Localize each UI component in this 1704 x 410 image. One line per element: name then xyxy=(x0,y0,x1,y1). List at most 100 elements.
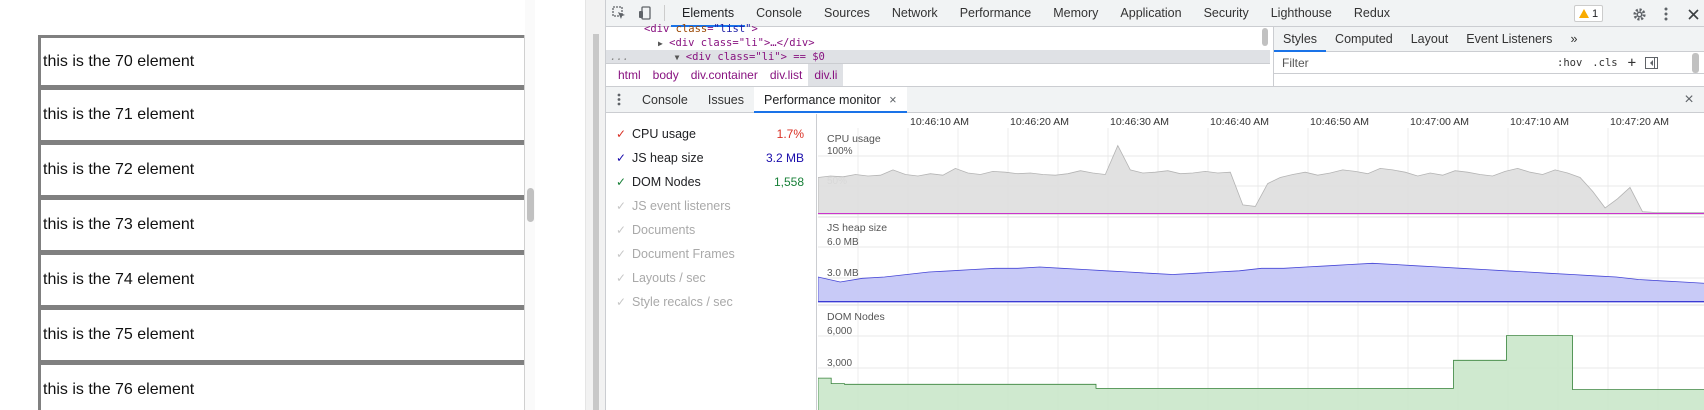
warnings-badge[interactable]: 1 xyxy=(1574,5,1604,22)
breadcrumb-body[interactable]: body xyxy=(647,64,685,86)
dom-node-list[interactable]: <div class="list"> xyxy=(606,22,1270,36)
attr-value: "list" xyxy=(713,23,752,35)
metric-documents[interactable]: ✓ Documents xyxy=(606,218,816,242)
cls-toggle[interactable]: .cls xyxy=(1592,57,1617,69)
metric-label: JS event listeners xyxy=(632,199,731,213)
drawer-tab-label: Performance monitor xyxy=(764,92,881,107)
list-item: this is the 71 element xyxy=(41,90,524,145)
elements-scrollbar-thumb[interactable] xyxy=(1262,28,1268,46)
value-tick-label: 6.0 MB xyxy=(827,237,859,248)
tab-layout[interactable]: Layout xyxy=(1402,27,1458,52)
collapse-arrow-icon[interactable]: ▼ xyxy=(675,53,680,62)
time-tick-label: 10:47:10 AM xyxy=(1510,116,1569,128)
time-tick-label: 10:46:30 AM xyxy=(1110,116,1169,128)
breadcrumb-html[interactable]: html xyxy=(612,64,647,86)
time-tick-label: 10:46:50 AM xyxy=(1310,116,1369,128)
gear-icon[interactable] xyxy=(1626,1,1652,27)
close-tab-icon[interactable]: × xyxy=(889,93,896,107)
metric-style-recalcs-sec[interactable]: ✓ Style recalcs / sec xyxy=(606,290,816,314)
drawer-menu-icon[interactable] xyxy=(606,87,632,113)
tag-open: <div xyxy=(644,23,676,35)
elements-panel: <div class="list"> ▶ <div class="li">…</… xyxy=(606,23,1270,86)
dom-node-li-collapsed[interactable]: ▶ <div class="li">…</div> xyxy=(606,36,1270,50)
tab-styles[interactable]: Styles xyxy=(1274,27,1327,52)
value-tick-label: 3.0 MB xyxy=(827,268,859,279)
drawer-tab-issues[interactable]: Issues xyxy=(698,87,754,113)
metric-checkbox-icon[interactable]: ✓ xyxy=(616,127,632,141)
time-tick-label: 10:46:40 AM xyxy=(1210,116,1269,128)
breadcrumb-list[interactable]: div.list xyxy=(764,64,808,86)
metric-label: CPU usage xyxy=(632,127,696,141)
metric-label: Document Frames xyxy=(632,247,735,261)
tab-event-listeners[interactable]: Event Listeners xyxy=(1457,27,1561,52)
metric-label: Documents xyxy=(632,223,696,237)
toggle-sidebar-icon[interactable] xyxy=(1645,56,1659,69)
more-options-icon[interactable] xyxy=(1653,1,1679,27)
tab-computed[interactable]: Computed xyxy=(1326,27,1402,52)
breadcrumb-container[interactable]: div.container xyxy=(685,64,764,86)
list-item: this is the 70 element xyxy=(41,35,524,90)
list-scrollbar-thumb[interactable] xyxy=(527,188,534,222)
metric-checkbox-icon[interactable]: ✓ xyxy=(616,223,632,237)
metric-cpu-usage[interactable]: ✓ CPU usage 1.7% xyxy=(606,122,816,146)
time-tick-label: 10:46:20 AM xyxy=(1010,116,1069,128)
list-item: this is the 74 element xyxy=(41,255,524,310)
warning-icon xyxy=(1579,9,1589,18)
metric-label: Style recalcs / sec xyxy=(632,295,733,309)
tag-close: > xyxy=(751,23,758,35)
metric-layouts-sec[interactable]: ✓ Layouts / sec xyxy=(606,266,816,290)
styles-tabs: Styles Computed Layout Event Listeners » xyxy=(1274,27,1704,52)
more-tabs-icon[interactable]: » xyxy=(1561,27,1586,52)
value-tick-label: 6,000 xyxy=(827,326,852,337)
performance-chart: 10:46:10 AM 10:46:20 AM 10:46:30 AM 10:46:4… xyxy=(818,116,1704,410)
metric-checkbox-icon[interactable]: ✓ xyxy=(616,175,632,189)
breadcrumb: html body div.container div.list div.li xyxy=(606,63,1270,86)
styles-filter-input[interactable] xyxy=(1282,55,1552,70)
drawer-tab-console[interactable]: Console xyxy=(632,87,698,113)
drawer-tabs: Console Issues Performance monitor × xyxy=(606,86,1704,113)
metric-checkbox-icon[interactable]: ✓ xyxy=(616,295,632,309)
metric-checkbox-icon[interactable]: ✓ xyxy=(616,199,632,213)
value-tick-label: 100% xyxy=(827,146,853,157)
node-actions-ellipsis[interactable]: ... xyxy=(610,51,629,63)
metric-label: DOM Nodes xyxy=(632,175,701,189)
close-devtools-icon[interactable] xyxy=(1680,1,1704,27)
metric-checkbox-icon[interactable]: ✓ xyxy=(616,271,632,285)
page-scrollbar-thumb[interactable] xyxy=(593,34,599,410)
metric-value: 1,558 xyxy=(773,175,804,189)
metric-label: JS heap size xyxy=(632,151,704,165)
value-tick-label: 3,000 xyxy=(827,358,852,369)
close-drawer-icon[interactable]: × xyxy=(1676,87,1702,113)
tab-lighthouse[interactable]: Lighthouse xyxy=(1260,0,1343,27)
toolbar-divider xyxy=(664,5,665,21)
attr-name: class xyxy=(675,23,708,35)
metric-dom-nodes[interactable]: ✓ DOM Nodes 1,558 xyxy=(606,170,816,194)
breadcrumb-li[interactable]: div.li xyxy=(808,64,844,86)
metric-checkbox-icon[interactable]: ✓ xyxy=(616,247,632,261)
list-item: this is the 72 element xyxy=(41,145,524,200)
hov-toggle[interactable]: :hov xyxy=(1557,57,1582,69)
styles-pane: Styles Computed Layout Event Listeners »… xyxy=(1273,27,1704,86)
metric-label: Layouts / sec xyxy=(632,271,706,285)
new-style-rule-icon[interactable]: + xyxy=(1628,55,1636,71)
list-item: this is the 76 element xyxy=(41,365,524,410)
metric-value: 3.2 MB xyxy=(765,151,804,165)
styles-filter-row: :hov .cls + xyxy=(1274,52,1704,74)
metric-js-event-listeners[interactable]: ✓ JS event listeners xyxy=(606,194,816,218)
metrics-list: ✓ CPU usage 1.7% ✓ JS heap size 3.2 MB ✓ DOM No… xyxy=(606,114,817,410)
tab-redux[interactable]: Redux xyxy=(1343,0,1401,27)
drawer-tab-performance-monitor[interactable]: Performance monitor × xyxy=(754,86,907,113)
time-tick-label: 10:47:00 AM xyxy=(1410,116,1469,128)
dom-node-li-selected[interactable]: ... ▼ <div class="li"> == $0 xyxy=(606,50,1270,64)
panel-title: CPU usage xyxy=(827,133,881,145)
time-tick-label: 10:46:10 AM xyxy=(910,116,969,128)
devtools-drawer: Console Issues Performance monitor × × ✓… xyxy=(606,86,1704,410)
metric-document-frames[interactable]: ✓ Document Frames xyxy=(606,242,816,266)
expand-arrow-icon[interactable]: ▶ xyxy=(658,39,663,48)
styles-scrollbar-thumb[interactable] xyxy=(1692,53,1699,73)
panel-title: JS heap size xyxy=(827,222,887,234)
metric-js-heap-size[interactable]: ✓ JS heap size 3.2 MB xyxy=(606,146,816,170)
series-area-dom-nodes xyxy=(818,335,1704,410)
metric-checkbox-icon[interactable]: ✓ xyxy=(616,151,632,165)
element-list: this is the 70 element this is the 71 el… xyxy=(38,35,525,410)
